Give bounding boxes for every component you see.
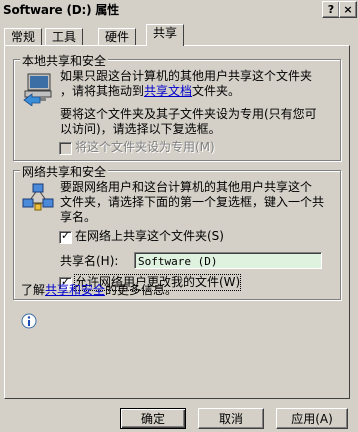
local-desc-before: ，请将其拖动到 (60, 84, 145, 98)
network-sharing-title: 网络共享和安全 (20, 163, 109, 180)
learn-more-line: 了解共享和安全的更多信息。 (21, 283, 177, 298)
tab-tools[interactable]: 工具 (45, 28, 84, 46)
private-desc-line1: 要将这个文件夹及其子文件夹设为专用(只有您可 (60, 107, 317, 121)
private-desc-line2: 以访问)，请选择以下复选框。 (60, 122, 221, 136)
share-name-label: 共享名(H): (60, 254, 119, 268)
make-private-checkbox[interactable] (59, 142, 72, 155)
network-sharing-group: 网络共享和安全 要跟网络用户和这台计算机的其他用户共享这个 文件夹，请选择下面的… (13, 163, 341, 300)
share-name-input[interactable]: Software (D) (134, 252, 322, 269)
local-computer-icon (22, 72, 54, 107)
title-bar: Software (D:) 属性 ? × (0, 0, 358, 18)
network-desc-line2: 文件夹，请选择下面的第一个复选框，键入一个共 (60, 195, 325, 209)
share-on-network-label: 在网络上共享这个文件夹(S) (75, 229, 224, 243)
tab-panel: 本地共享和安全 如果只跟这台计算机的其他用户共享这个文件夹 ，请将其拖动到共享文… (4, 45, 350, 399)
tab-general[interactable]: 常规 (4, 28, 43, 46)
network-desc-line1: 要跟网络用户和这台计算机的其他用户共享这个 (60, 180, 313, 194)
tab-sharing[interactable]: 共享 (146, 24, 185, 46)
apply-button[interactable]: 应用(A) (276, 408, 348, 429)
make-private-label: 将这个文件夹设为专用(M) (75, 140, 215, 154)
local-desc-after: 文件夹。 (192, 84, 241, 98)
info-icon (21, 313, 37, 329)
network-icon (22, 183, 54, 213)
local-desc-line2: ，请将其拖动到共享文档文件夹。 (60, 84, 240, 99)
share-on-network-checkbox[interactable]: ✓ (59, 229, 72, 244)
cancel-button[interactable]: 取消 (198, 408, 264, 429)
sharing-security-link[interactable]: 共享和安全 (45, 283, 105, 297)
network-desc-line3: 享名。 (60, 210, 97, 224)
help-button[interactable]: ? (322, 1, 340, 18)
check-icon: ✓ (61, 229, 71, 242)
shared-docs-link[interactable]: 共享文档 (144, 84, 192, 98)
learn-more-before: 了解 (21, 283, 46, 297)
tab-hardware[interactable]: 硬件 (98, 28, 137, 46)
local-desc-line1: 如果只跟这台计算机的其他用户共享这个文件夹 (60, 69, 313, 83)
learn-more-after: 的更多信息。 (105, 283, 178, 297)
window-title: Software (D:) 属性 (3, 3, 119, 17)
close-button[interactable]: × (339, 1, 357, 18)
local-sharing-title: 本地共享和安全 (20, 52, 109, 69)
local-sharing-group: 本地共享和安全 如果只跟这台计算机的其他用户共享这个文件夹 ，请将其拖动到共享文… (13, 52, 341, 161)
ok-button[interactable]: 确定 (120, 408, 186, 429)
